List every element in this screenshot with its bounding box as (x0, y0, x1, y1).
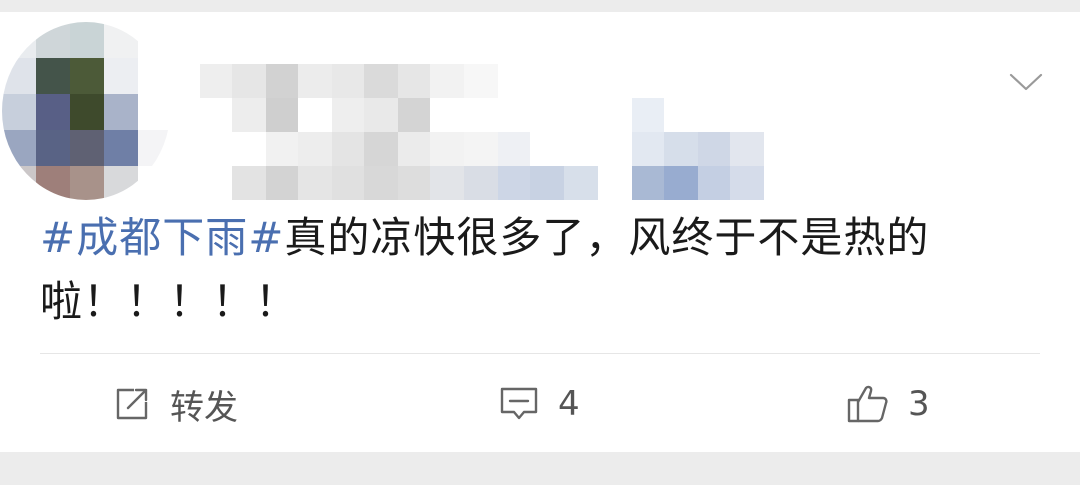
repost-label: 转发 (170, 387, 238, 428)
share-icon (116, 388, 148, 420)
repost-button[interactable]: 转发 (112, 380, 238, 428)
post-text-line1: 真的凉快很多了，风终于不是热的 (284, 213, 930, 262)
divider (40, 353, 1040, 354)
username-blurred[interactable] (200, 52, 770, 200)
comment-icon (500, 387, 538, 420)
weibo-post-card: #成都下雨#真的凉快很多了，风终于不是热的 啦！！！！！ 转发 4 3 (0, 12, 1080, 452)
action-bar: 转发 4 3 (0, 366, 1080, 442)
comment-count: 4 (558, 384, 580, 424)
comment-button[interactable]: 4 (498, 380, 580, 428)
chevron-down-icon[interactable] (1008, 70, 1044, 94)
thumbs-up-icon (847, 385, 888, 423)
like-count: 3 (908, 384, 930, 424)
avatar[interactable] (2, 22, 170, 200)
hashtag-link[interactable]: #成都下雨# (40, 213, 284, 262)
like-button[interactable]: 3 (846, 380, 930, 428)
post-text: #成都下雨#真的凉快很多了，风终于不是热的 啦！！！！！ (40, 206, 1040, 334)
post-text-line2: 啦！！！！！ (40, 277, 299, 326)
